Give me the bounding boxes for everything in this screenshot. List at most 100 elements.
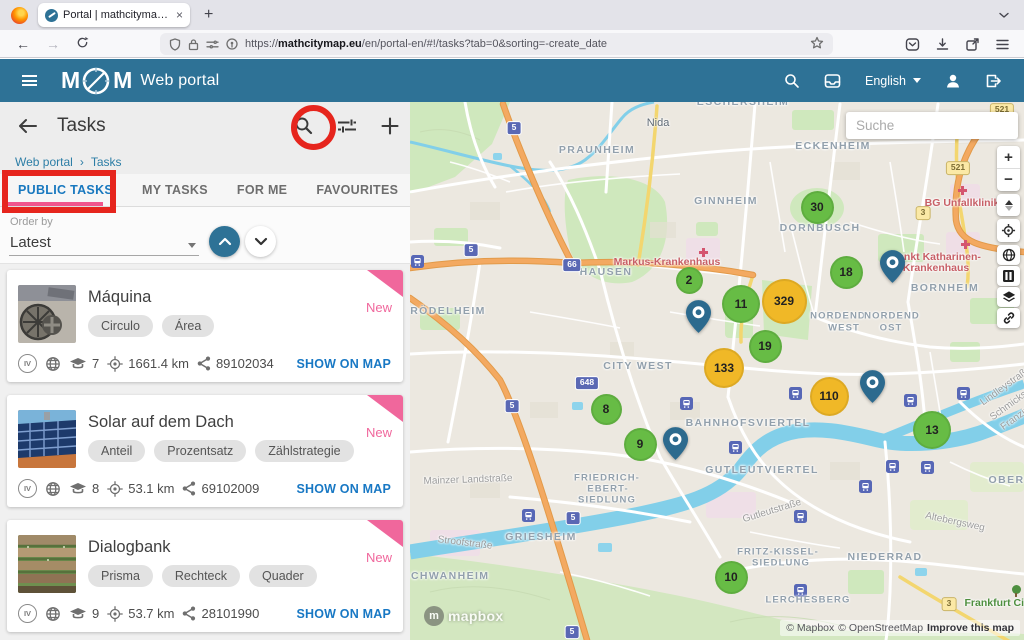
firefox-icon[interactable] bbox=[11, 7, 28, 24]
location-permission-icon[interactable] bbox=[226, 38, 238, 50]
order-by-label: Order by bbox=[10, 216, 53, 228]
map-cluster-marker[interactable]: 13 bbox=[913, 411, 951, 449]
language-label: English bbox=[865, 74, 906, 88]
select-caret-icon[interactable] bbox=[188, 243, 196, 248]
map-globe-button[interactable] bbox=[997, 245, 1020, 265]
tab-close-icon[interactable]: × bbox=[176, 8, 183, 22]
locate-button[interactable] bbox=[997, 219, 1020, 242]
level-badge: IV bbox=[18, 604, 37, 623]
language-selector[interactable]: English bbox=[865, 74, 921, 88]
zoom-out-button[interactable]: − bbox=[997, 169, 1020, 191]
tab-for-me[interactable]: FOR ME bbox=[237, 183, 287, 197]
map-cluster-marker[interactable]: 110 bbox=[810, 377, 849, 416]
map-cluster-marker[interactable]: 329 bbox=[762, 279, 807, 324]
grade-value: 9 bbox=[92, 606, 99, 621]
map-cluster-marker[interactable]: 10 bbox=[715, 561, 748, 594]
header-search-icon[interactable] bbox=[784, 73, 800, 89]
breadcrumb-home-link[interactable]: Web portal bbox=[15, 155, 73, 169]
train-station-icon[interactable] bbox=[729, 441, 742, 454]
road-shield: 5 bbox=[566, 511, 581, 525]
train-station-icon[interactable] bbox=[789, 387, 802, 400]
pocket-icon[interactable] bbox=[905, 37, 920, 52]
map-cluster-marker[interactable]: 133 bbox=[704, 348, 744, 388]
pond-shape bbox=[493, 153, 502, 160]
train-station-icon[interactable] bbox=[886, 460, 899, 473]
sort-ascending-button[interactable] bbox=[209, 226, 240, 257]
add-task-icon[interactable] bbox=[381, 117, 399, 135]
menu-icon[interactable] bbox=[995, 38, 1010, 51]
show-on-map-button[interactable]: SHOW ON MAP bbox=[296, 482, 391, 496]
mcm-logo[interactable]: M M Web portal bbox=[61, 65, 219, 97]
back-button[interactable]: ← bbox=[16, 36, 30, 52]
tab-list-chevron-icon[interactable] bbox=[998, 6, 1010, 24]
reload-button[interactable] bbox=[76, 36, 89, 52]
attribution-mapbox-link[interactable]: © Mapbox bbox=[786, 622, 834, 634]
show-on-map-button[interactable]: SHOW ON MAP bbox=[296, 607, 391, 621]
sort-descending-button[interactable] bbox=[245, 226, 276, 257]
browser-tab[interactable]: Portal | mathcitymap.eu × bbox=[38, 3, 190, 27]
show-on-map-button[interactable]: SHOW ON MAP bbox=[296, 357, 391, 371]
messages-icon[interactable] bbox=[824, 73, 841, 89]
train-station-icon[interactable] bbox=[957, 387, 970, 400]
buildings-button[interactable] bbox=[997, 266, 1020, 286]
map-cluster-marker[interactable]: 11 bbox=[722, 285, 760, 323]
shield-icon[interactable] bbox=[169, 38, 181, 51]
logout-icon[interactable] bbox=[985, 73, 1002, 89]
train-station-icon[interactable] bbox=[859, 480, 872, 493]
layers-button[interactable] bbox=[997, 287, 1020, 307]
map-pin-marker[interactable] bbox=[880, 250, 905, 288]
train-station-icon[interactable] bbox=[904, 394, 917, 407]
attribution-improve-link[interactable]: Improve this map bbox=[927, 622, 1014, 634]
map-pin-marker[interactable] bbox=[686, 300, 711, 338]
back-arrow-icon[interactable] bbox=[18, 118, 37, 134]
train-station-icon[interactable] bbox=[921, 461, 934, 474]
tag-pill: Prozentsatz bbox=[154, 440, 246, 462]
tab-my-tasks[interactable]: MY TASKS bbox=[142, 183, 208, 197]
filter-icon[interactable] bbox=[337, 118, 357, 134]
task-card[interactable]: New Dialogbank Prisma Rechteck Quader IV… bbox=[7, 520, 403, 632]
download-icon[interactable] bbox=[935, 37, 950, 52]
train-station-icon[interactable] bbox=[794, 584, 807, 597]
share-link-button[interactable] bbox=[997, 308, 1020, 328]
lock-icon[interactable] bbox=[188, 38, 199, 51]
zoom-control[interactable]: + − bbox=[997, 146, 1020, 191]
permissions-icon[interactable] bbox=[206, 39, 219, 50]
map-search-input[interactable] bbox=[846, 112, 1018, 139]
zoom-in-button[interactable]: + bbox=[997, 147, 1020, 169]
new-tab-button[interactable]: + bbox=[204, 6, 213, 24]
map-cluster-marker[interactable]: 9 bbox=[624, 428, 657, 461]
tab-favourites[interactable]: FAVOURITES bbox=[316, 183, 398, 197]
select-underline bbox=[9, 255, 199, 256]
train-station-icon[interactable] bbox=[680, 397, 693, 410]
url-bar[interactable]: https://mathcitymap.eu/en/portal-en/#!/t… bbox=[160, 33, 833, 55]
attribution-osm-link[interactable]: © OpenStreetMap bbox=[838, 622, 923, 634]
map-cluster-marker[interactable]: 8 bbox=[591, 394, 622, 425]
account-icon[interactable] bbox=[945, 73, 961, 89]
map[interactable]: PRAUNHEIMECKENHEIMESCHERSHEIMGINNHEIMDOR… bbox=[410, 102, 1024, 640]
map-cluster-marker[interactable]: 18 bbox=[830, 256, 863, 289]
map-cluster-marker[interactable]: 19 bbox=[749, 330, 782, 363]
pitch-control[interactable] bbox=[997, 194, 1020, 216]
train-station-icon[interactable] bbox=[794, 510, 807, 523]
share-icon[interactable] bbox=[965, 37, 980, 52]
map-cluster-marker[interactable]: 30 bbox=[801, 191, 834, 224]
task-thumbnail bbox=[18, 285, 76, 343]
forward-button[interactable]: → bbox=[46, 36, 60, 52]
map-cluster-marker[interactable]: 2 bbox=[676, 267, 703, 294]
browser-tab-bar: Portal | mathcitymap.eu × + bbox=[0, 0, 1024, 30]
map-pin-marker[interactable] bbox=[663, 427, 688, 465]
brand-letter: M bbox=[113, 67, 131, 94]
train-station-icon[interactable] bbox=[411, 255, 424, 268]
app-menu-icon[interactable] bbox=[22, 75, 37, 86]
tab-title: Portal | mathcitymap.eu bbox=[63, 9, 171, 21]
task-title: Máquina bbox=[88, 288, 151, 307]
share-code-icon bbox=[197, 356, 211, 371]
train-station-icon[interactable] bbox=[522, 509, 535, 522]
breadcrumb-current-link[interactable]: Tasks bbox=[91, 155, 122, 169]
bookmark-star-icon[interactable] bbox=[810, 36, 824, 53]
order-by-select[interactable]: Latest bbox=[10, 234, 51, 251]
task-card[interactable]: New Máquina Circulo Área IV 7 1661.4 km … bbox=[7, 270, 403, 382]
map-pin-marker[interactable] bbox=[860, 370, 885, 408]
task-card[interactable]: New Solar auf dem Dach Anteil Prozentsat… bbox=[7, 395, 403, 507]
url-text[interactable]: https://mathcitymap.eu/en/portal-en/#!/t… bbox=[245, 38, 607, 50]
